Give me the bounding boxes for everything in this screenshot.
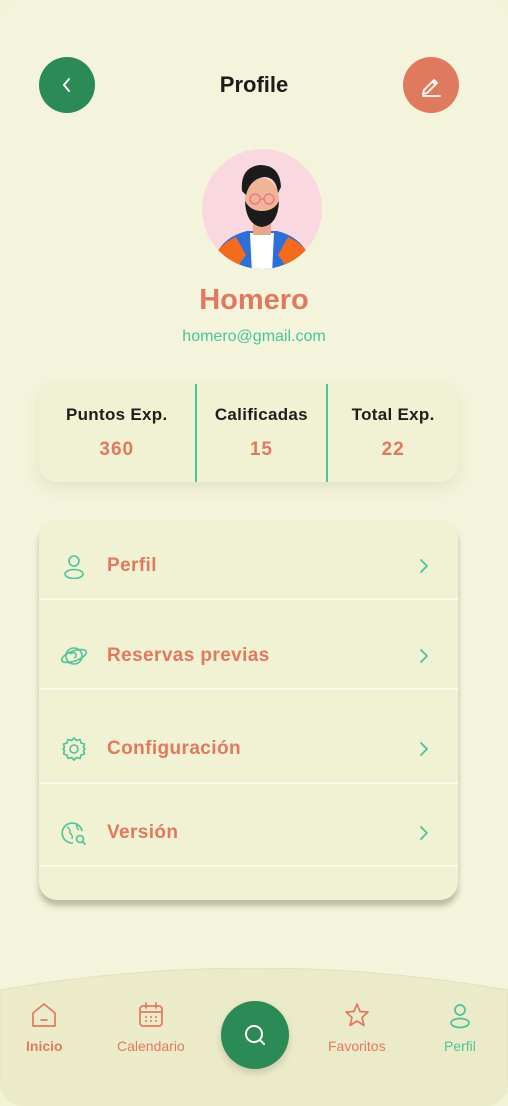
avatar-illustration [212, 165, 312, 269]
pencil-icon [422, 79, 441, 97]
menu-item-configuracion[interactable]: Configuración [39, 721, 458, 777]
menu-item-version[interactable]: Versión [39, 805, 458, 861]
user-icon [59, 551, 89, 581]
nav-label: Favoritos [328, 1038, 386, 1054]
user-email: homero@gmail.com [182, 328, 326, 345]
stats-card: Puntos Exp. 360 Calificadas 15 Total Exp… [39, 384, 458, 482]
menu-item-label: Configuración [107, 738, 241, 759]
avatar [202, 149, 322, 269]
nav-item-calendario[interactable]: Calendario [117, 1000, 185, 1054]
divider [39, 598, 458, 600]
menu-item-reservas-previas[interactable]: Reservas previas [39, 628, 458, 684]
divider [39, 782, 458, 784]
globe-search-icon [59, 818, 89, 848]
stat-label: Calificadas [214, 405, 308, 424]
chevron-right-icon [414, 823, 434, 843]
chevron-right-icon [414, 556, 434, 576]
chevron-right-icon [414, 646, 434, 666]
star-icon [344, 1003, 369, 1027]
calendar-icon [139, 1002, 163, 1027]
gear-icon [59, 734, 89, 764]
nav-item-favoritos[interactable]: Favoritos [328, 1000, 386, 1054]
edit-button[interactable] [403, 57, 459, 113]
profile-menu: Perfil Reservas previas Configuración Ve… [39, 520, 458, 900]
menu-item-label: Versión [107, 822, 179, 843]
divider [39, 865, 458, 867]
stat-value: 360 [99, 439, 135, 460]
menu-item-label: Reservas previas [107, 645, 270, 666]
menu-item-perfil[interactable]: Perfil [39, 538, 458, 594]
user-name: Homero [199, 284, 309, 316]
search-icon [245, 1025, 265, 1045]
profile-screen: Profile Homero homero@gmail.com Puntos E… [0, 0, 508, 1106]
home-icon [32, 1003, 57, 1027]
nav-label: Calendario [117, 1038, 185, 1054]
stat-value: 22 [381, 439, 405, 460]
divider [39, 688, 458, 690]
stat-puntos-exp: Puntos Exp. 360 [39, 384, 195, 482]
nav-item-perfil[interactable]: Perfil [444, 1000, 476, 1054]
chevron-right-icon [414, 739, 434, 759]
user-icon [450, 1004, 470, 1029]
stat-label: Total Exp. [351, 405, 435, 424]
nav-label: Perfil [444, 1038, 476, 1054]
menu-item-label: Perfil [107, 555, 157, 576]
stat-total-exp: Total Exp. 22 [328, 384, 458, 482]
planet-icon [59, 641, 89, 671]
nav-label: Inicio [26, 1038, 63, 1054]
stat-calificadas: Calificadas 15 [197, 384, 327, 482]
search-button[interactable] [221, 1001, 289, 1069]
stat-label: Puntos Exp. [65, 405, 168, 424]
stat-value: 15 [249, 439, 273, 460]
nav-item-inicio[interactable]: Inicio [26, 1000, 63, 1054]
